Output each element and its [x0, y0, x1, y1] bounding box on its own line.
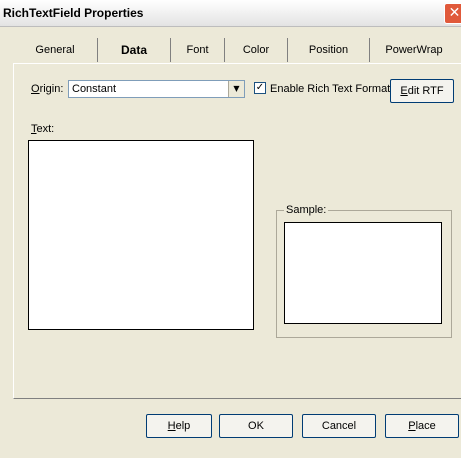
enable-rtf-checkbox[interactable]: ✓ [254, 82, 266, 94]
text-area[interactable] [28, 140, 254, 330]
tab-data[interactable]: Data [98, 38, 171, 62]
tab-general[interactable]: General [13, 38, 98, 62]
tab-font[interactable]: Font [171, 38, 225, 62]
tab-strip: General Data Font Color Position PowerWr… [13, 38, 458, 63]
chevron-down-icon[interactable]: ▼ [228, 81, 244, 97]
place-button[interactable]: Place [385, 414, 459, 438]
title-bar: RichTextField Properties ✕ [0, 0, 461, 27]
tab-color[interactable]: Color [225, 38, 288, 62]
edit-rtf-button[interactable]: Edit RTF [390, 79, 454, 103]
close-icon[interactable]: ✕ [444, 3, 461, 24]
sample-label: Sample: [284, 204, 329, 216]
enable-rtf-label: Enable Rich Text Format [270, 83, 391, 95]
origin-value: Constant [72, 83, 117, 95]
help-button[interactable]: Help [146, 414, 212, 438]
sample-preview [284, 222, 442, 324]
text-label: Text: [31, 123, 55, 135]
ok-button[interactable]: OK [219, 414, 293, 438]
window-title: RichTextField Properties [3, 6, 144, 20]
tab-position[interactable]: Position [288, 38, 370, 62]
tab-powerwrap[interactable]: PowerWrap [370, 38, 458, 62]
cancel-button[interactable]: Cancel [302, 414, 376, 438]
origin-select[interactable]: Constant ▼ [68, 80, 245, 98]
origin-label: Origin: [31, 83, 64, 95]
